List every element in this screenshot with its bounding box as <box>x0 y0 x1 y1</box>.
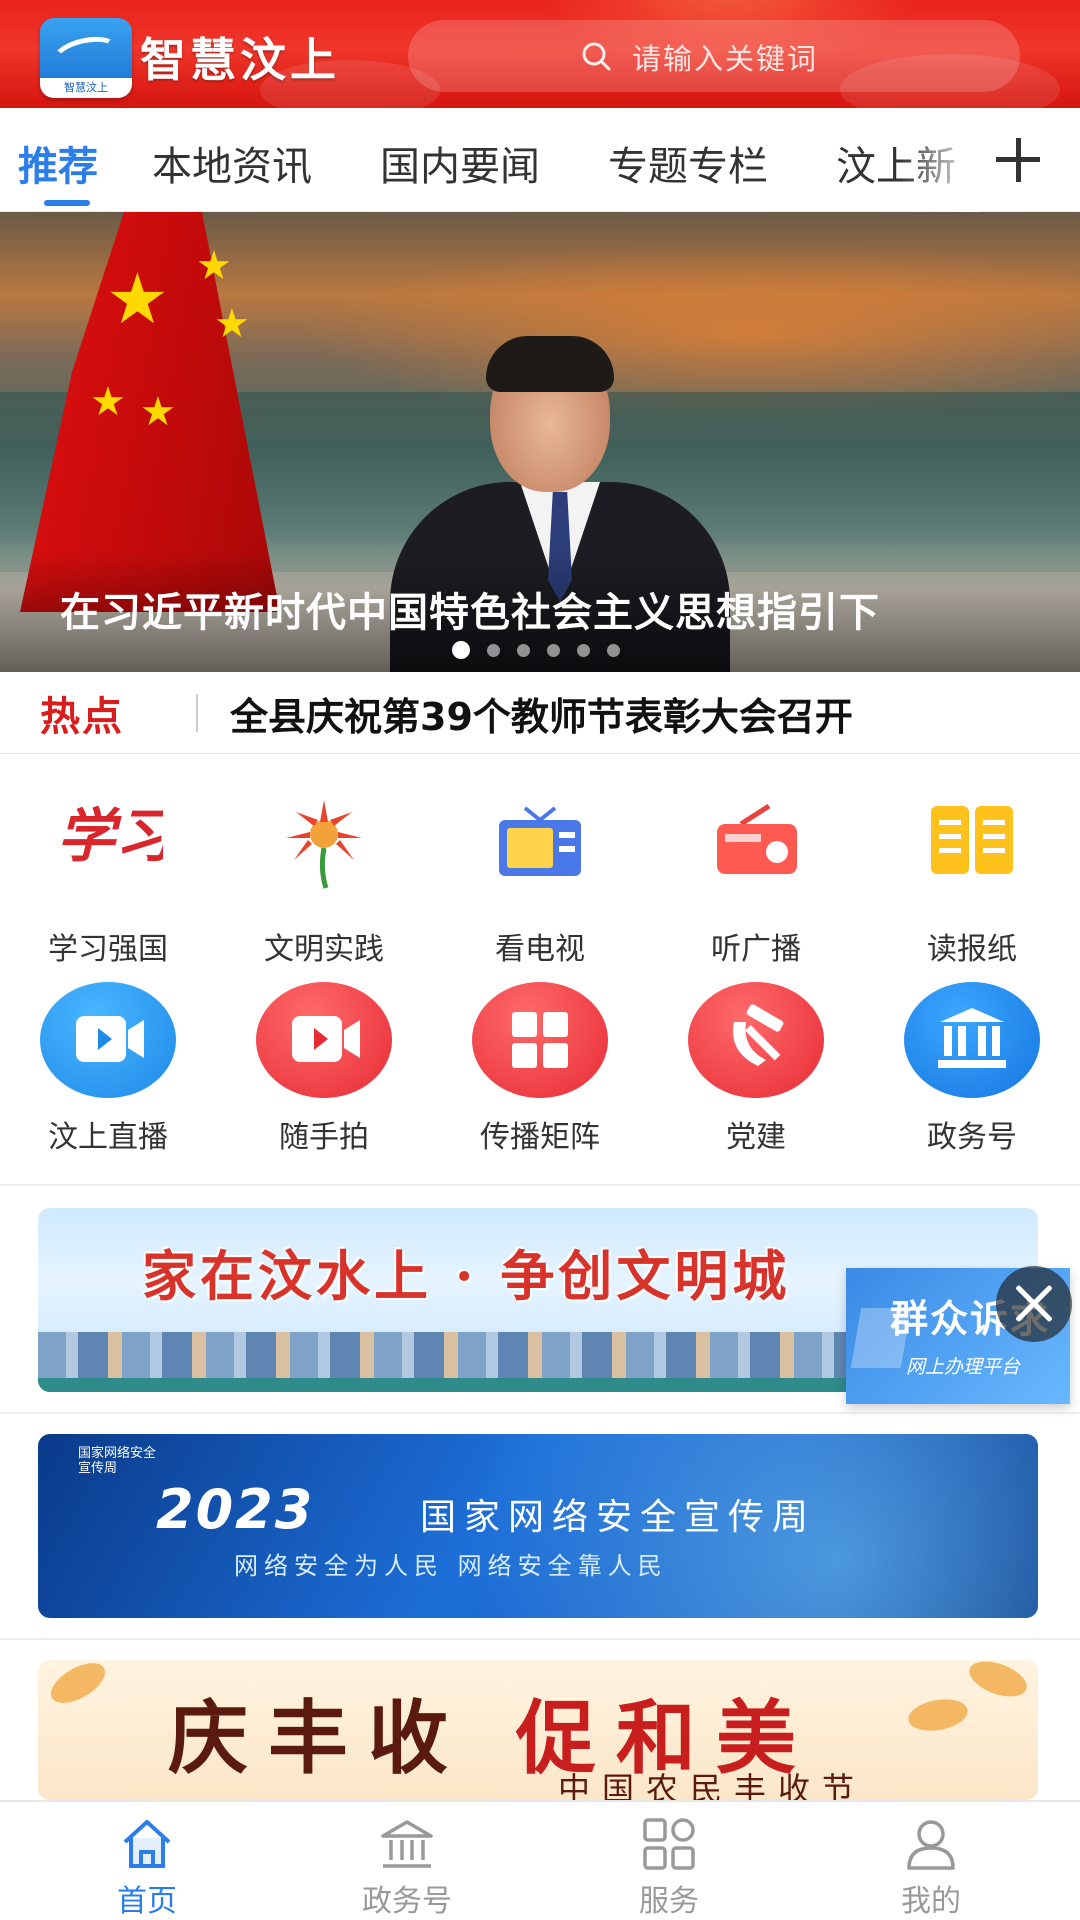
flag-star-icon: ★ <box>214 301 250 347</box>
ad2-subtitle: 网络安全为人民 网络安全靠人民 <box>234 1552 668 1580</box>
leaf-decoration <box>44 1660 112 1711</box>
tab-recommend[interactable]: 推荐 <box>18 134 98 192</box>
radio-icon <box>717 804 797 874</box>
grid-label: 政务号 <box>927 1120 1017 1155</box>
carousel-banner[interactable]: ★ ★ ★ ★ ★ 在习近平新时代中国特色社会主义思想指引下 <box>0 212 1080 672</box>
grid-item-radio[interactable]: 听广播 <box>648 774 864 974</box>
hot-news-ticker[interactable]: 热点 全县庆祝第39个教师节表彰大会召开 <box>0 672 1080 754</box>
nav-label: 首页 <box>117 1884 177 1919</box>
flag-star-icon: ★ <box>90 379 126 425</box>
grid-label: 读报纸 <box>927 932 1017 967</box>
ad2-title: 国家网络安全宣传周 <box>420 1497 817 1538</box>
app-title: 智慧汶上 <box>140 33 340 87</box>
search-icon <box>582 42 611 71</box>
carousel-dot[interactable] <box>577 643 590 657</box>
grid-item-matrix[interactable]: 传播矩阵 <box>432 976 648 1176</box>
carousel-dot[interactable] <box>487 643 500 657</box>
grid-item-live[interactable]: 汶上直播 <box>0 976 216 1176</box>
tab-special-topics[interactable]: 专题专栏 <box>608 134 768 192</box>
logo-swoosh-icon <box>49 31 123 79</box>
camera-video-icon <box>256 982 392 1098</box>
divider <box>0 1412 1080 1414</box>
nav-mine[interactable]: 我的 <box>796 1802 1066 1920</box>
ad-banner-harvest[interactable]: 庆丰收 促和美 中国农民丰收节 <box>38 1660 1038 1800</box>
hammer-sickle-icon <box>688 982 824 1098</box>
ad2-badge: 国家网络安全 宣传周 <box>78 1446 156 1476</box>
banner-caption: 在习近平新时代中国特色社会主义思想指引下 <box>60 590 880 636</box>
app-header: 智慧汶上 智慧汶上 请输入关键词 <box>0 0 1080 108</box>
ad3-text-a: 庆丰收 <box>168 1691 468 1785</box>
flag-star-icon: ★ <box>196 243 232 289</box>
tab-local-news[interactable]: 本地资讯 <box>152 134 312 192</box>
xuexi-logo-icon: 学习 <box>57 802 163 870</box>
divider <box>0 1638 1080 1640</box>
grid-label: 听广播 <box>711 932 801 967</box>
grid-label: 看电视 <box>495 932 585 967</box>
tabs-fade <box>900 108 980 212</box>
nav-label: 服务 <box>639 1884 699 1919</box>
government-building-icon <box>904 982 1040 1098</box>
ad1-text: 家在汶水上 · 争创文明城 <box>142 1244 791 1308</box>
nav-services[interactable]: 服务 <box>534 1802 804 1920</box>
tv-icon <box>499 806 581 876</box>
search-input[interactable]: 请输入关键词 <box>408 20 1020 92</box>
newspaper-book-icon <box>931 806 1013 874</box>
active-tab-indicator <box>44 200 90 206</box>
grid-item-tv[interactable]: 看电视 <box>432 774 648 974</box>
live-video-icon <box>40 982 176 1098</box>
plus-icon[interactable] <box>994 136 1042 184</box>
civilization-flower-icon <box>286 800 362 889</box>
grid-label: 文明实践 <box>264 932 384 967</box>
grid-item-newspaper[interactable]: 读报纸 <box>864 774 1080 974</box>
grid-item-gov[interactable]: 政务号 <box>864 976 1080 1176</box>
user-icon <box>907 1820 955 1870</box>
widget-subtitle: 网上办理平台 <box>906 1356 1021 1378</box>
grid-item-party[interactable]: 党建 <box>648 976 864 1176</box>
leaf-decoration <box>964 1660 1032 1704</box>
government-building-icon <box>381 1820 433 1868</box>
grid-item-civilization[interactable]: 文明实践 <box>216 774 432 974</box>
carousel-dot[interactable] <box>517 643 530 657</box>
ad2-year: 2023 <box>156 1478 315 1541</box>
nav-label: 政务号 <box>362 1884 452 1919</box>
carousel-dot[interactable] <box>607 643 620 657</box>
matrix-grid-icon <box>472 982 608 1098</box>
grid-item-snapshot[interactable]: 随手拍 <box>216 976 432 1176</box>
apps-grid-icon <box>643 1818 695 1870</box>
flag-star-icon: ★ <box>140 389 176 435</box>
ad3-subtitle: 中国农民丰收节 <box>558 1770 867 1800</box>
carousel-dot[interactable] <box>547 643 560 657</box>
grid-item-xuexi[interactable]: 学习 学习强国 <box>0 774 216 974</box>
logo-caption: 智慧汶上 <box>40 78 132 98</box>
grid-label: 传播矩阵 <box>480 1120 600 1155</box>
home-icon <box>123 1820 171 1868</box>
carousel-dots <box>452 641 637 659</box>
ad-banner-cybersecurity[interactable]: 国家网络安全 宣传周 2023 国家网络安全宣传周 网络安全为人民 网络安全靠人… <box>38 1434 1038 1618</box>
grid-label: 随手拍 <box>279 1120 369 1155</box>
nav-home[interactable]: 首页 <box>12 1802 282 1920</box>
service-grid: 学习 学习强国 文明实践 看电视 听广播 读报纸 汶上直播 随手拍 传播矩阵 党… <box>0 756 1080 1186</box>
leaf-decoration <box>905 1695 971 1735</box>
flag-star-icon: ★ <box>106 258 169 340</box>
carousel-dot[interactable] <box>452 641 470 659</box>
search-placeholder: 请输入关键词 <box>632 42 819 76</box>
grid-label: 汶上直播 <box>48 1120 168 1155</box>
hot-label: 热点 <box>40 693 124 740</box>
grid-label: 学习强国 <box>48 932 168 967</box>
channel-tabs: 推荐 本地资讯 国内要闻 专题专栏 汶上新 <box>0 108 1080 212</box>
nav-label: 我的 <box>901 1884 961 1919</box>
bottom-nav: 首页 政务号 服务 我的 <box>0 1800 1080 1920</box>
divider <box>196 694 198 732</box>
app-logo: 智慧汶上 <box>40 18 132 98</box>
ad2-badge-text: 国家网络安全 宣传周 <box>78 1446 157 1476</box>
close-icon[interactable] <box>996 1266 1072 1342</box>
grid-label: 党建 <box>726 1120 786 1155</box>
nav-gov[interactable]: 政务号 <box>272 1802 542 1920</box>
hot-headline[interactable]: 全县庆祝第39个教师节表彰大会召开 <box>230 686 853 741</box>
tab-domestic-news[interactable]: 国内要闻 <box>380 134 540 192</box>
svg-text:学习: 学习 <box>57 802 163 870</box>
